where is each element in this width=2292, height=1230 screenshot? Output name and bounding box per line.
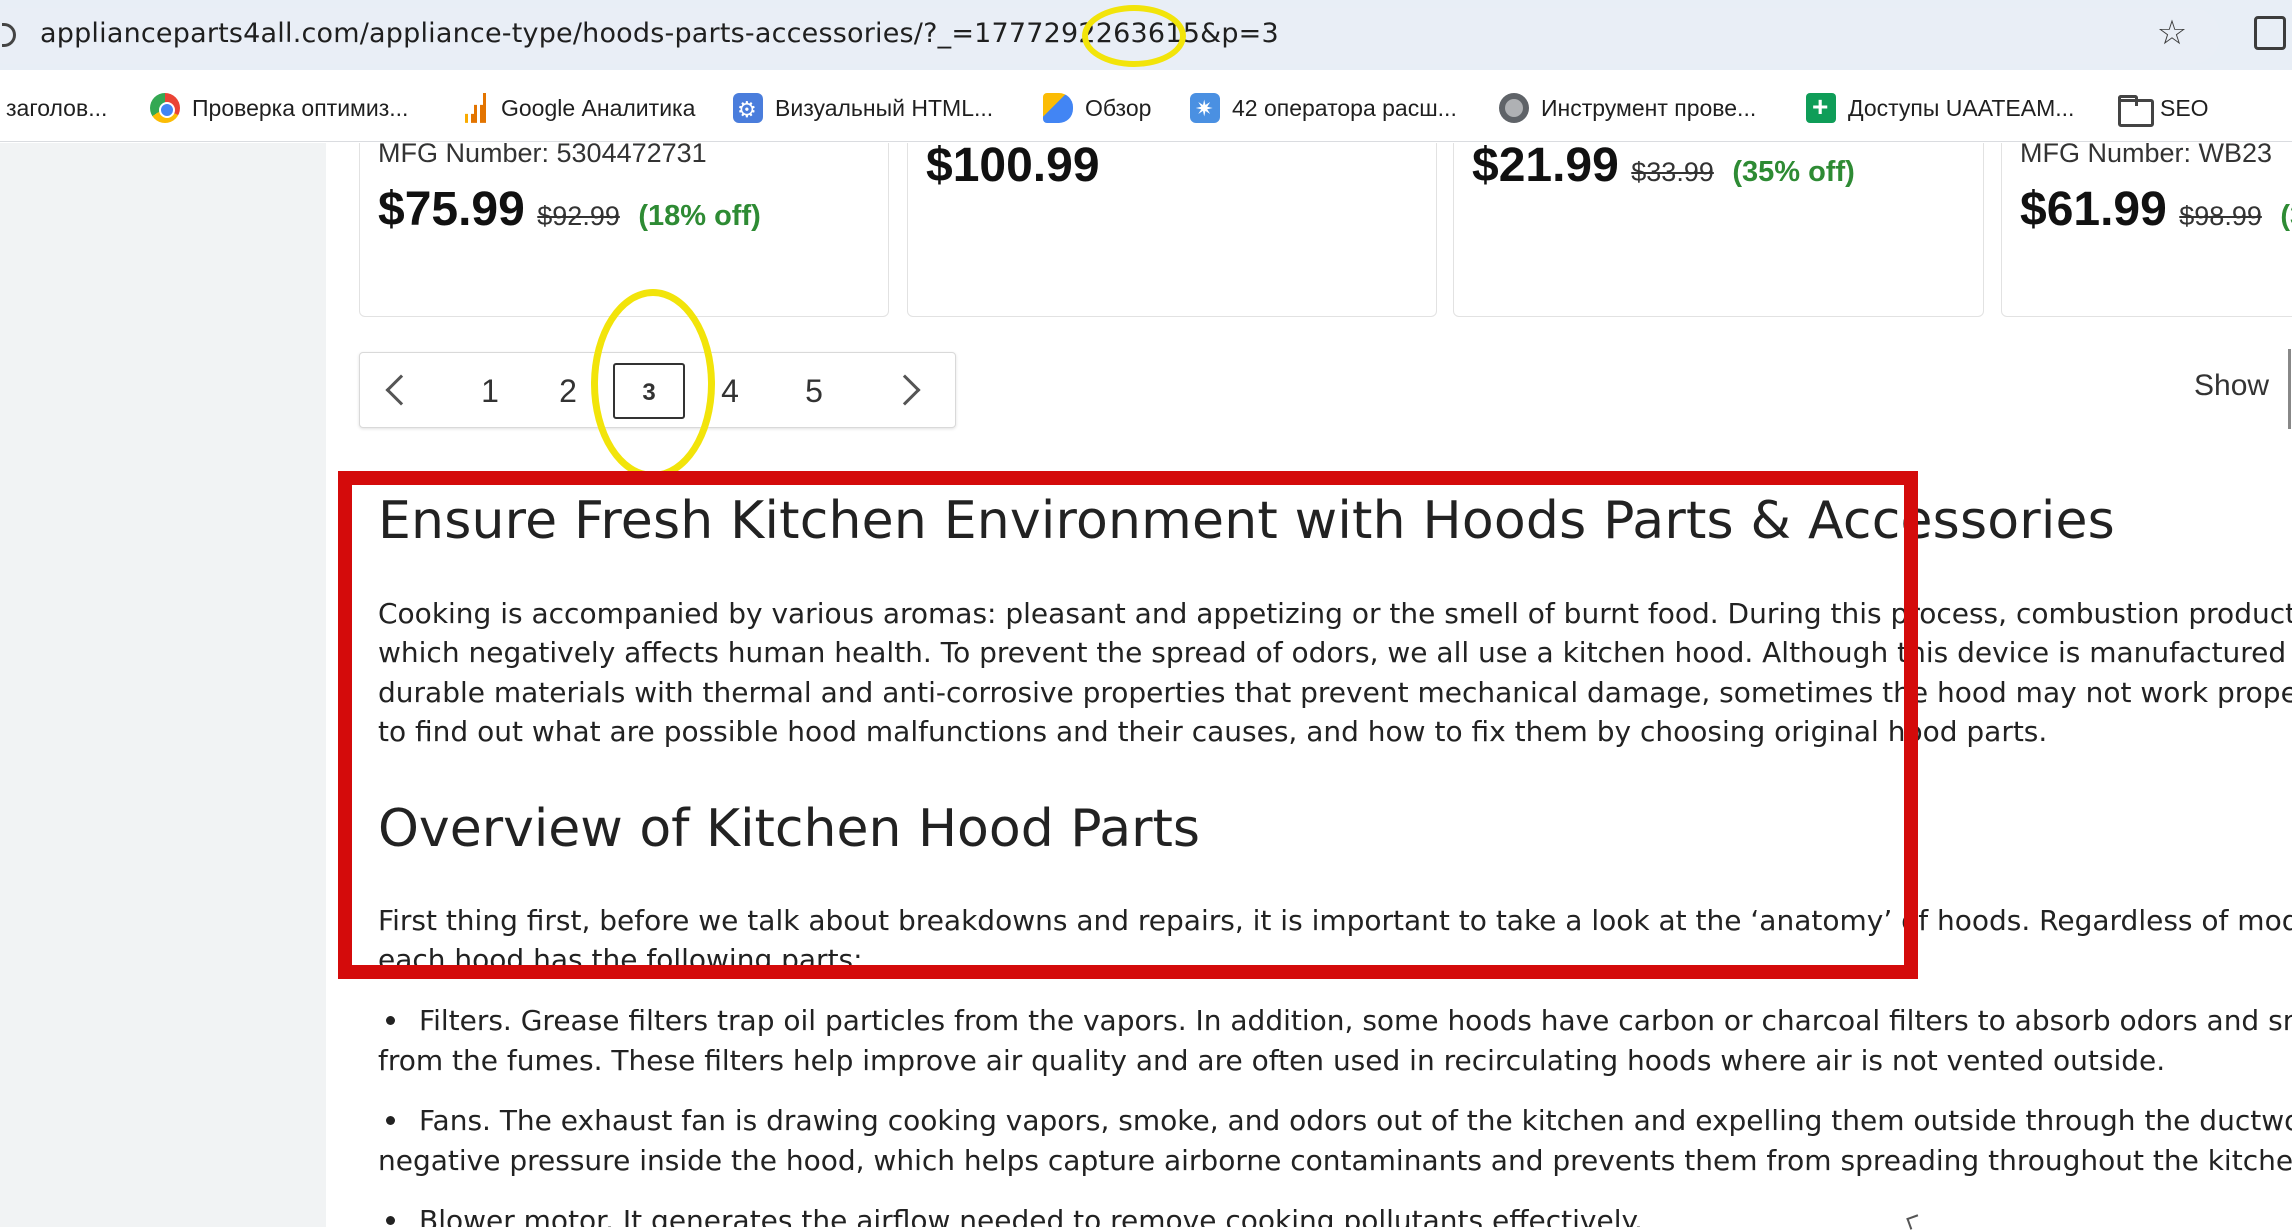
product-card[interactable]: $21.99 $33.99 (35% off)	[1453, 143, 1984, 317]
bookmark-label: Обзор	[1085, 95, 1152, 121]
bookmark-label: 42 оператора расш...	[1232, 95, 1457, 121]
bookmark-label: Доступы UAATEAM...	[1848, 95, 2075, 121]
list-item-text: Blower motor. It generates the airflow n…	[419, 1204, 1643, 1227]
bookmark-item[interactable]: Обзор	[1043, 90, 1151, 126]
bookmarks-bar: заголов... Проверка оптимиз... Google Ан…	[0, 72, 2292, 142]
list-item-text: Fans. The exhaust fan is drawing cooking…	[419, 1104, 2292, 1137]
bookmark-label: заголов...	[6, 95, 108, 121]
url-page-param-highlight	[1082, 5, 1186, 67]
sheets-icon	[1806, 89, 1836, 125]
list-item-text-cont: from the fumes. These filters help impro…	[378, 1043, 2166, 1077]
product-price: $61.99	[2020, 183, 2167, 236]
bookmark-label: SEO	[2160, 95, 2209, 121]
bookmark-label: Визуальный HTML...	[775, 95, 994, 121]
bookmark-folder[interactable]: SEO	[2118, 90, 2209, 127]
left-sidebar	[0, 143, 326, 1227]
old-price: $98.99	[2179, 201, 2262, 231]
list-item-text: Filters. Grease filters trap oil particl…	[419, 1004, 2292, 1037]
bullet-icon	[386, 1116, 395, 1125]
old-price: $33.99	[1631, 157, 1714, 187]
analytics-icon	[459, 92, 489, 123]
bookmark-item[interactable]: заголов...	[6, 90, 107, 126]
mfg-number: MFG Number: 5304472731	[378, 143, 707, 168]
discount-badge: (18% off)	[638, 200, 761, 232]
discount-badge: (35% off)	[1732, 156, 1855, 188]
page-link-4[interactable]: 4	[710, 363, 750, 419]
list-item: Filters. Grease filters trap oil particl…	[378, 1001, 2292, 1080]
bookmark-label: Проверка оптимиз...	[192, 95, 409, 121]
bullet-icon	[386, 1216, 395, 1225]
price-row: $61.99 $98.99 (3	[2020, 182, 2292, 237]
product-price: $21.99	[1472, 143, 1619, 192]
folder-icon	[2118, 93, 2154, 127]
product-card[interactable]: MFG Number: 5304472731 $75.99 $92.99 (18…	[359, 143, 889, 317]
chevron-left-icon[interactable]	[385, 374, 417, 406]
old-price: $92.99	[537, 201, 620, 231]
price-row: $75.99 $92.99 (18% off)	[378, 182, 761, 237]
product-card[interactable]: MFG Number: WB23 $61.99 $98.99 (3	[2001, 143, 2292, 317]
bookmark-item[interactable]: 42 оператора расш...	[1190, 90, 1457, 127]
chrome-icon	[150, 92, 180, 123]
extensions-icon[interactable]	[2254, 16, 2286, 50]
list-item: Fans. The exhaust fan is drawing cooking…	[378, 1101, 2292, 1180]
page-link-5[interactable]: 5	[794, 363, 834, 419]
bookmark-item[interactable]: Доступы UAATEAM...	[1806, 89, 2075, 126]
gear-icon	[733, 92, 763, 128]
bookmark-item[interactable]: Визуальный HTML...	[733, 90, 994, 128]
page-link-1[interactable]: 1	[470, 363, 510, 419]
price-row: $21.99 $33.99 (35% off)	[1472, 143, 1855, 193]
list-item: Blower motor. It generates the airflow n…	[378, 1201, 1643, 1227]
globe-icon	[1499, 92, 1529, 123]
ads-icon	[1043, 92, 1073, 123]
bookmark-item[interactable]: Google Аналитика	[459, 90, 695, 126]
show-limit-select[interactable]	[2288, 349, 2292, 429]
splash-icon	[1190, 91, 1220, 127]
product-card[interactable]: $100.99	[907, 143, 1437, 317]
chevron-right-icon[interactable]	[889, 374, 921, 406]
bookmark-item[interactable]: Инструмент прове...	[1499, 90, 1756, 126]
discount-badge: (3	[2280, 200, 2292, 232]
bookmark-label: Google Аналитика	[501, 95, 696, 121]
bookmark-star-icon[interactable]: ☆	[2152, 13, 2192, 53]
current-page-highlight	[591, 289, 715, 479]
bookmark-item[interactable]: Проверка оптимиз...	[150, 90, 408, 126]
product-price: $100.99	[926, 143, 1100, 192]
page-link-2[interactable]: 2	[548, 363, 588, 419]
price-row: $100.99	[926, 143, 1100, 193]
list-item-text-cont: negative pressure inside the hood, which…	[378, 1143, 2292, 1177]
show-limit-label: Show	[2194, 369, 2270, 402]
product-price: $75.99	[378, 183, 525, 236]
bookmark-label: Инструмент прове...	[1541, 95, 1757, 121]
seo-text-highlight-box	[338, 471, 1918, 979]
mfg-number: MFG Number: WB23	[2020, 143, 2273, 168]
bullet-icon	[386, 1016, 395, 1025]
